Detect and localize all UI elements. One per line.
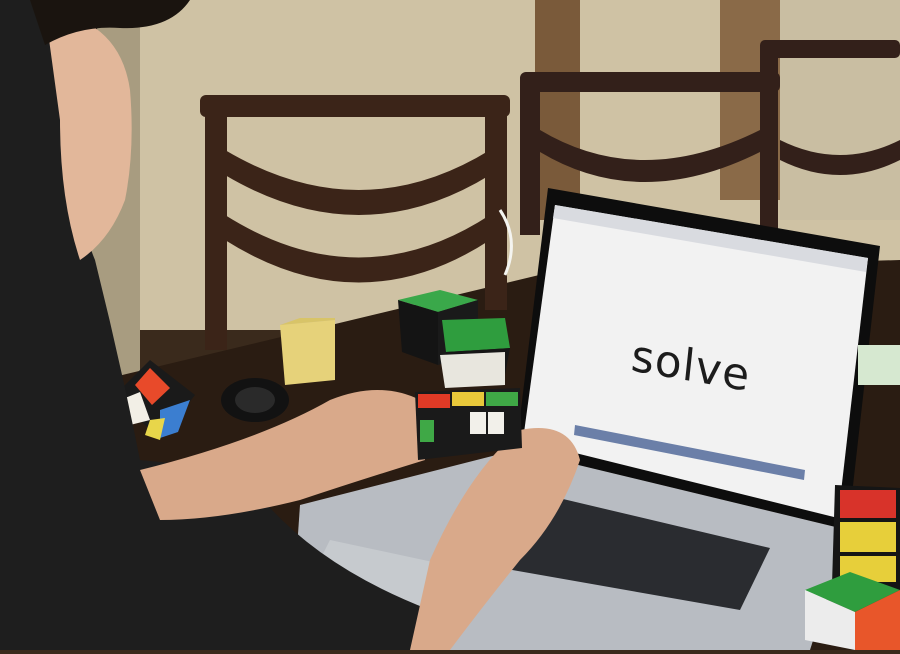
photo-scene: solve: [0, 0, 900, 650]
right-wall: [780, 0, 900, 220]
cube-white-striped: [440, 352, 505, 388]
cube-in-hands: [415, 388, 522, 460]
scene-illustration: [0, 0, 900, 650]
paper-right: [858, 345, 900, 385]
door-frame: [535, 0, 580, 220]
cube-red-yellow-right: [832, 485, 900, 590]
cube-3x3-yellow: [280, 318, 335, 385]
watch: [221, 378, 289, 422]
